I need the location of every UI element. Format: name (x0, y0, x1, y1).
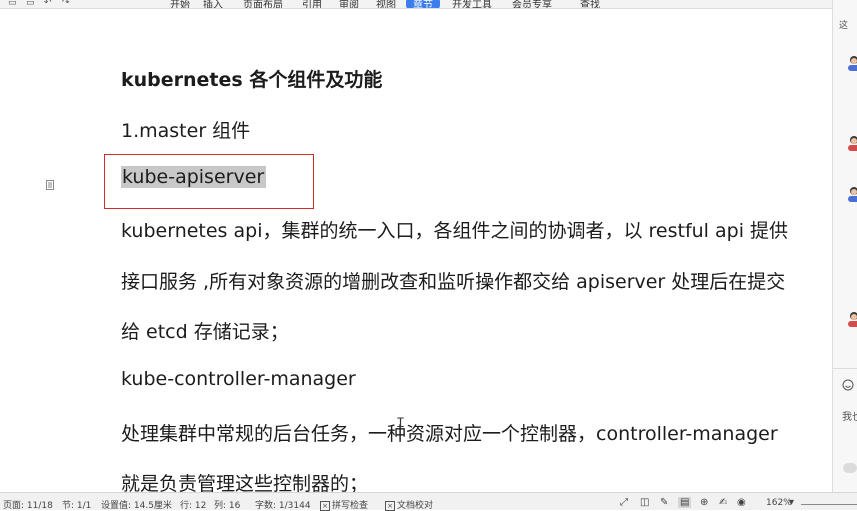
paragraph-line: 给 etcd 存储记录； (121, 321, 289, 343)
menu-reference[interactable]: 引用 (302, 0, 322, 8)
user-avatar-icon[interactable] (847, 55, 857, 71)
user-avatar-icon[interactable] (847, 311, 857, 327)
proofread-button[interactable]: × 文档校对 (385, 498, 433, 511)
write-view-icon[interactable]: ✍ (719, 497, 727, 508)
page-view-icon[interactable]: ▤ (678, 497, 692, 508)
document-page[interactable]: kubernetes 各个组件及功能 1.master 组件 kube-apis… (0, 9, 832, 495)
menu-review[interactable]: 审阅 (339, 0, 359, 8)
redo-icon[interactable]: ↷ (62, 0, 70, 8)
toggle-switch[interactable] (843, 463, 857, 473)
spellcheck-button[interactable]: × 拼写检查 (320, 498, 368, 511)
status-bar: 页面: 11/18 节: 1/1 设置值: 14.5厘米 行: 12 列: 16… (0, 492, 857, 511)
zoom-slider[interactable] (801, 504, 857, 505)
menu-chapter[interactable]: 章节 (406, 0, 440, 8)
save-icon[interactable]: ▭ (8, 0, 17, 8)
menu-member[interactable]: 会员专享 (512, 0, 552, 8)
chat-input-hint[interactable]: 我也 (842, 408, 857, 423)
menu-view[interactable]: 视图 (376, 0, 396, 8)
checkbox-icon: × (320, 501, 330, 511)
menu-start[interactable]: 开始 (170, 0, 190, 8)
status-row: 行: 12 (180, 501, 207, 511)
zoom-level[interactable]: 162% (766, 498, 792, 508)
menu-layout[interactable]: 页面布局 (243, 0, 283, 8)
print-icon[interactable]: ▭ (26, 0, 35, 8)
ribbon-toolbar: ▭ ▭ ↶ ↷ 开始 插入 页面布局 引用 审阅 视图 章节 开发工具 会员专享… (0, 0, 857, 9)
section-heading: 1.master 组件 (121, 120, 251, 142)
component-heading: kube-controller-manager (121, 368, 356, 390)
proofread-label: 文档校对 (397, 501, 434, 511)
paragraph-line: 接口服务 ,所有对象资源的增删改查和监听操作都交给 apiserver 处理后在… (121, 271, 786, 293)
text-cursor-icon: Ｉ (394, 416, 408, 431)
outline-icon[interactable]: ◫ (640, 497, 649, 508)
menu-find[interactable]: 查找 (580, 0, 600, 8)
status-setting: 设置值: 14.5厘米 (101, 501, 172, 511)
paragraph-line: 处理集群中常规的后台任务，一种资源对应一个控制器，controller-mana… (121, 423, 778, 445)
user-avatar-icon[interactable] (847, 135, 857, 151)
panel-tab[interactable]: 这 (839, 18, 848, 31)
status-page[interactable]: 页面: 11/18 (3, 498, 53, 511)
annotation-box (104, 154, 314, 209)
eye-protect-icon[interactable]: ◉ (737, 497, 746, 508)
spellcheck-label: 拼写检查 (332, 501, 369, 511)
paragraph-marker-icon[interactable] (46, 180, 56, 190)
divider (833, 368, 857, 369)
document-heading: kubernetes 各个组件及功能 (121, 69, 383, 91)
paragraph-line: kubernetes api，集群的统一入口，各组件之间的协调者，以 restf… (121, 220, 789, 242)
status-section: 节: 1/1 (62, 501, 92, 511)
fullscreen-icon[interactable]: ⤢ (620, 497, 628, 508)
checkbox-icon: × (385, 501, 395, 511)
menu-devtools[interactable]: 开发工具 (452, 0, 492, 8)
edit-icon[interactable]: ✎ (660, 497, 668, 508)
user-avatar-icon[interactable] (847, 186, 857, 202)
emoji-icon[interactable] (842, 379, 854, 391)
zoom-dropdown-icon[interactable]: ▾ (789, 497, 794, 508)
status-col: 列: 16 (214, 501, 241, 511)
chat-side-panel[interactable]: 这 我也 (832, 0, 857, 492)
undo-icon[interactable]: ↶ (44, 0, 52, 8)
menu-insert[interactable]: 插入 (203, 0, 223, 8)
status-wordcount[interactable]: 字数: 1/3144 (255, 498, 311, 511)
web-view-icon[interactable]: ⊕ (700, 497, 708, 508)
